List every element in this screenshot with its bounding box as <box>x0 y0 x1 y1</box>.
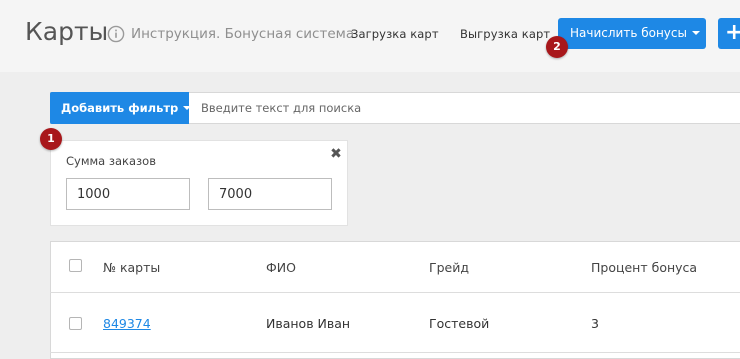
order-sum-from-input[interactable] <box>66 178 190 210</box>
download-cards-link[interactable]: Выгрузка карт <box>460 26 550 43</box>
caret-down-icon <box>691 30 700 35</box>
accrue-bonuses-button[interactable]: Начислить бонусы <box>558 18 706 49</box>
caret-down-icon <box>183 105 192 110</box>
accrue-bonuses-label: Начислить бонусы <box>570 26 687 40</box>
column-header-bonus-percent[interactable]: Процент бонуса <box>591 260 697 276</box>
step-marker-1: 1 <box>40 128 62 150</box>
column-header-card-number[interactable]: № карты <box>103 260 160 276</box>
cell-bonus-percent: 3 <box>591 316 599 331</box>
filter-label: Сумма заказов <box>66 154 156 168</box>
column-header-name[interactable]: ФИО <box>266 260 296 276</box>
cell-grade: Гостевой <box>429 316 490 331</box>
row-divider <box>50 352 740 353</box>
search-input[interactable] <box>193 95 733 121</box>
add-card-button[interactable]: + <box>718 18 740 49</box>
page-title: Карты <box>25 17 109 46</box>
step-marker-2: 2 <box>546 36 568 58</box>
cards-table <box>50 241 740 359</box>
column-header-grade[interactable]: Грейд <box>429 260 469 276</box>
order-sum-to-input[interactable] <box>208 178 332 210</box>
add-filter-button[interactable]: Добавить фильтр <box>50 92 192 124</box>
card-number-link[interactable]: 849374 <box>103 316 151 332</box>
upload-cards-link[interactable]: Загрузка карт <box>351 26 439 43</box>
instruction-link[interactable]: Инструкция. Бонусная система <box>131 26 354 43</box>
add-filter-label: Добавить фильтр <box>61 101 179 115</box>
cell-name: Иванов Иван <box>266 316 351 331</box>
header-divider <box>50 292 740 293</box>
cards-page: Карты Инструкция. Бонусная система Загру… <box>0 0 740 359</box>
row-checkbox[interactable] <box>69 317 82 330</box>
select-all-checkbox[interactable] <box>69 259 82 272</box>
close-icon[interactable]: ✖ <box>330 147 342 161</box>
info-icon[interactable] <box>107 25 125 43</box>
